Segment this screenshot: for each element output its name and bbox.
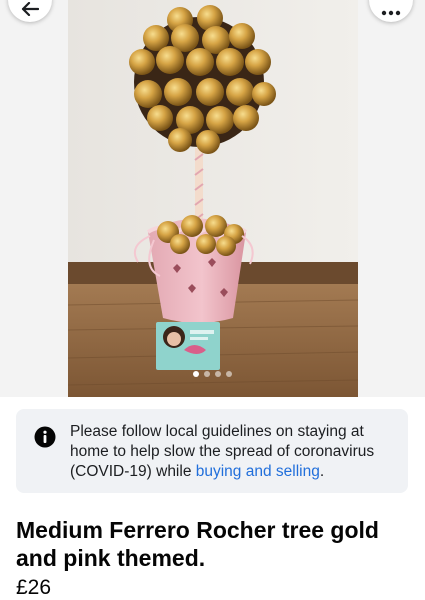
back-button[interactable] (8, 0, 52, 22)
photo-dot-3[interactable] (215, 371, 221, 377)
info-icon (34, 426, 56, 453)
photo-dot-4[interactable] (226, 371, 232, 377)
photo-dot-2[interactable] (204, 371, 210, 377)
more-options-button[interactable] (369, 0, 413, 22)
notice-text-after-link: . (319, 463, 325, 480)
listing-photo[interactable] (68, 0, 358, 397)
photo-pagination-dots (0, 371, 425, 377)
back-arrow-icon (21, 2, 39, 16)
notice-text: Please follow local guidelines on stayin… (70, 422, 400, 482)
photo-dot-1[interactable] (193, 371, 199, 377)
more-options-icon (381, 10, 401, 16)
listing-title: Medium Ferrero Rocher tree gold and pink… (16, 517, 379, 571)
ferrero-tree-photo (68, 0, 358, 397)
covid-guidelines-notice: Please follow local guidelines on stayin… (16, 409, 408, 493)
buying-and-selling-link[interactable]: buying and selling (196, 463, 320, 480)
listing-photo-carousel[interactable] (0, 0, 425, 397)
listing-price: £26 (16, 576, 52, 599)
